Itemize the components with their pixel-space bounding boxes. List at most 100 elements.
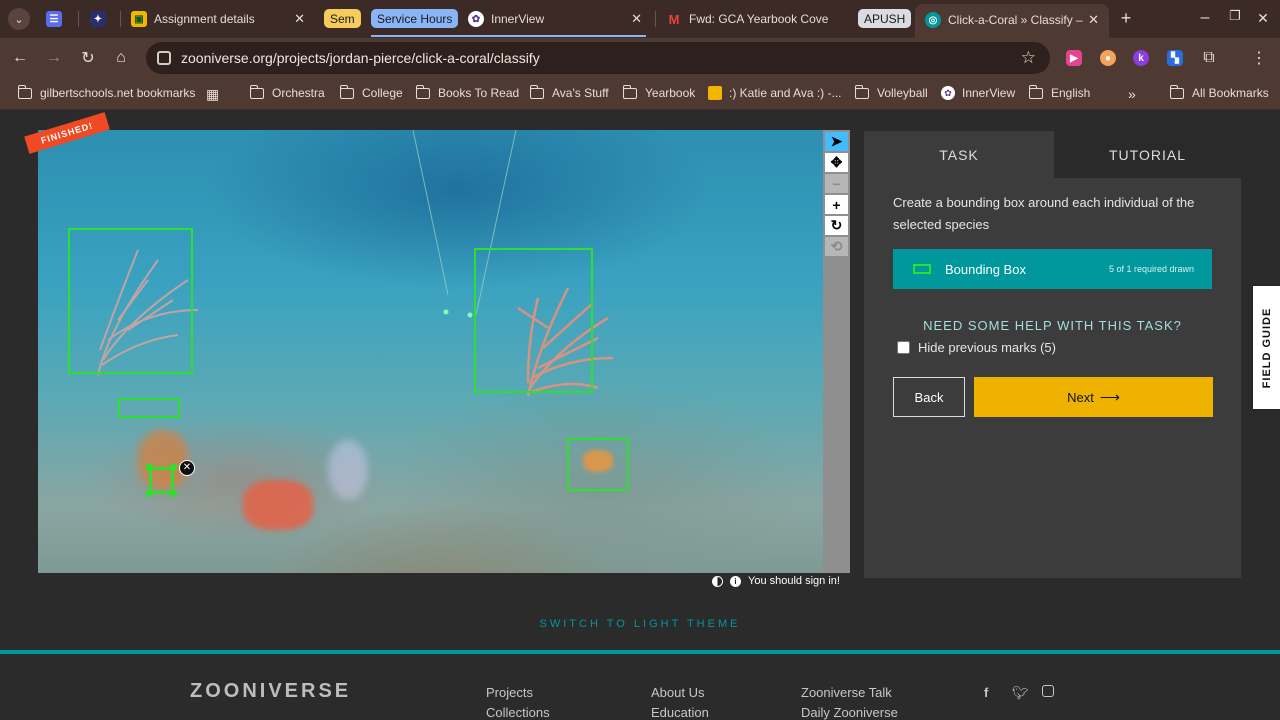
close-icon[interactable]: ✕ — [294, 11, 305, 27]
subject-meta: i You should sign in! — [712, 575, 840, 587]
extension-icon[interactable]: ▶ — [1066, 50, 1082, 66]
bookmark-label: Books To Read — [438, 86, 520, 100]
footer-link[interactable]: Projects — [486, 685, 533, 700]
box-swatch-icon — [913, 264, 931, 274]
pointer-icon[interactable]: ➤ — [825, 132, 848, 151]
subject-image[interactable]: ✕ — [38, 130, 823, 573]
footer-link[interactable]: Collections — [486, 705, 550, 720]
back-arrow-icon[interactable]: ← — [10, 48, 30, 68]
extension-icon[interactable]: ▚ — [1167, 50, 1183, 66]
site-info-icon[interactable] — [157, 51, 171, 65]
bounding-box-mark[interactable] — [118, 398, 180, 418]
bookmark-label: College — [362, 86, 403, 100]
tool-label: Bounding Box — [945, 261, 1026, 277]
tab-gmail[interactable]: M Fwd: GCA Yearbook Cove — [666, 6, 850, 32]
tab-docs[interactable]: ☰ — [46, 6, 66, 32]
bookmark-orchestra[interactable]: Orchestra — [249, 84, 325, 100]
close-icon[interactable]: ✕ — [1088, 12, 1099, 28]
bounding-box-mark-selected[interactable] — [149, 467, 174, 494]
resize-handle[interactable] — [146, 464, 152, 470]
zoom-out-icon[interactable]: − — [825, 174, 848, 193]
active-tab[interactable]: ◎ Click-a-Coral » Classify – ✕ — [915, 4, 1109, 38]
resize-handle[interactable] — [146, 491, 152, 497]
site-icon: ✦ — [90, 11, 106, 27]
sign-in-note[interactable]: You should sign in! — [748, 575, 840, 587]
bookmark-gilbertschools[interactable]: gilbertschools.net bookmarks — [17, 84, 195, 100]
bookmark-label: :) Katie and Ava :) -... — [729, 86, 842, 100]
tab-task[interactable]: TASK — [864, 131, 1054, 178]
bookmark-label: English — [1051, 86, 1091, 100]
folder-icon — [529, 84, 544, 99]
tab-group-underline — [371, 35, 646, 37]
more-bookmarks-icon[interactable]: » — [1128, 86, 1136, 102]
extension-icon[interactable]: ● — [1100, 50, 1116, 66]
back-button[interactable]: Back — [893, 377, 965, 417]
theme-toggle[interactable]: SWITCH TO LIGHT THEME — [0, 618, 1280, 630]
field-guide-tab[interactable]: FIELD GUIDE — [1253, 286, 1280, 409]
extensions-puzzle-icon[interactable]: ⧉ — [1199, 48, 1219, 68]
minimize-icon[interactable]: – — [1195, 8, 1215, 28]
address-bar[interactable]: zooniverse.org/projects/jordan-pierce/cl… — [146, 42, 1050, 74]
bookmark-katie-and-ava[interactable]: :) Katie and Ava :) -... — [708, 86, 842, 100]
close-window-icon[interactable]: ✕ — [1253, 8, 1273, 28]
bookmark-innerview[interactable]: ✿ InnerView — [941, 86, 1015, 100]
tab-pinned[interactable]: ✦ — [90, 6, 110, 32]
bookmark-label: Orchestra — [272, 86, 325, 100]
footer-link[interactable]: Zooniverse Talk — [801, 685, 892, 700]
tab-innerview[interactable]: ✿ InnerView ✕ — [468, 6, 648, 32]
invert-icon[interactable] — [712, 575, 723, 587]
resize-handle[interactable] — [171, 491, 177, 497]
forms-icon: ☰ — [46, 11, 62, 27]
tab-tutorial[interactable]: TUTORIAL — [1054, 131, 1241, 178]
menu-kebab-icon[interactable]: ⋮ — [1249, 48, 1269, 68]
bookmark-english[interactable]: English — [1028, 84, 1091, 100]
tab-group-service-hours[interactable]: Service Hours — [371, 9, 459, 28]
rotate-icon[interactable]: ↻ — [825, 216, 848, 235]
bounding-box-mark[interactable] — [474, 248, 593, 393]
url-text: zooniverse.org/projects/jordan-pierce/cl… — [181, 50, 540, 66]
footer-link[interactable]: Education — [651, 705, 709, 720]
task-instruction: Create a bounding box around each indivi… — [893, 195, 1195, 232]
resize-handle[interactable] — [171, 464, 177, 470]
hide-marks-toggle[interactable]: Hide previous marks (5) — [897, 340, 1056, 355]
instagram-icon[interactable] — [1042, 685, 1054, 697]
forward-arrow-icon[interactable]: → — [44, 48, 64, 68]
home-icon[interactable]: ⌂ — [111, 48, 131, 68]
bookmark-books-to-read[interactable]: Books To Read — [415, 84, 520, 100]
twitter-icon[interactable]: 🐦︎ — [1012, 685, 1029, 701]
bookmark-avas-stuff[interactable]: Ava's Stuff — [529, 84, 609, 100]
delete-mark-icon[interactable]: ✕ — [179, 460, 195, 476]
tab-assignment-details[interactable]: ▣ Assignment details ✕ — [131, 6, 311, 32]
hide-marks-checkbox[interactable] — [897, 341, 910, 354]
restore-icon[interactable]: ❐ — [1225, 6, 1245, 26]
tab-search-icon[interactable]: ⌄ — [8, 8, 30, 30]
bookmark-yearbook[interactable]: Yearbook — [622, 84, 695, 100]
reset-icon[interactable]: ⟲ — [825, 237, 848, 256]
bounding-box-mark[interactable] — [68, 228, 193, 374]
bookmark-college[interactable]: College — [339, 84, 403, 100]
bounding-box-tool[interactable]: Bounding Box 5 of 1 required drawn — [893, 249, 1212, 289]
bounding-box-mark[interactable] — [567, 438, 629, 491]
move-icon[interactable]: ✥ — [825, 153, 848, 172]
reload-icon[interactable]: ↻ — [78, 48, 98, 68]
bookmark-volleyball[interactable]: Volleyball — [854, 84, 928, 100]
folder-icon — [339, 84, 354, 99]
facebook-icon[interactable]: f — [984, 685, 988, 700]
footer-link[interactable]: Daily Zooniverse — [801, 705, 898, 720]
bookmark-star-icon[interactable]: ☆ — [1021, 48, 1036, 68]
close-icon[interactable]: ✕ — [631, 11, 642, 27]
help-link[interactable]: NEED SOME HELP WITH THIS TASK? — [864, 318, 1241, 333]
bookmark-all-bookmarks[interactable]: All Bookmarks — [1169, 84, 1269, 100]
tab-separator — [78, 11, 79, 27]
tab-group-sem[interactable]: Sem — [324, 9, 361, 28]
apps-grid-icon[interactable]: ▦ — [206, 86, 219, 103]
zooniverse-logo[interactable]: ZOONIVERSE — [190, 680, 351, 703]
next-button[interactable]: Next ⟶ — [974, 377, 1213, 417]
site-footer: ZOONIVERSE Projects Collections About Us… — [0, 650, 1280, 720]
info-icon[interactable]: i — [730, 575, 741, 587]
footer-link[interactable]: About Us — [651, 685, 704, 700]
extension-icon[interactable]: k — [1133, 50, 1149, 66]
tab-group-apush[interactable]: APUSH — [858, 9, 912, 28]
new-tab-icon[interactable]: + — [1116, 8, 1136, 28]
zoom-in-icon[interactable]: + — [825, 195, 848, 214]
